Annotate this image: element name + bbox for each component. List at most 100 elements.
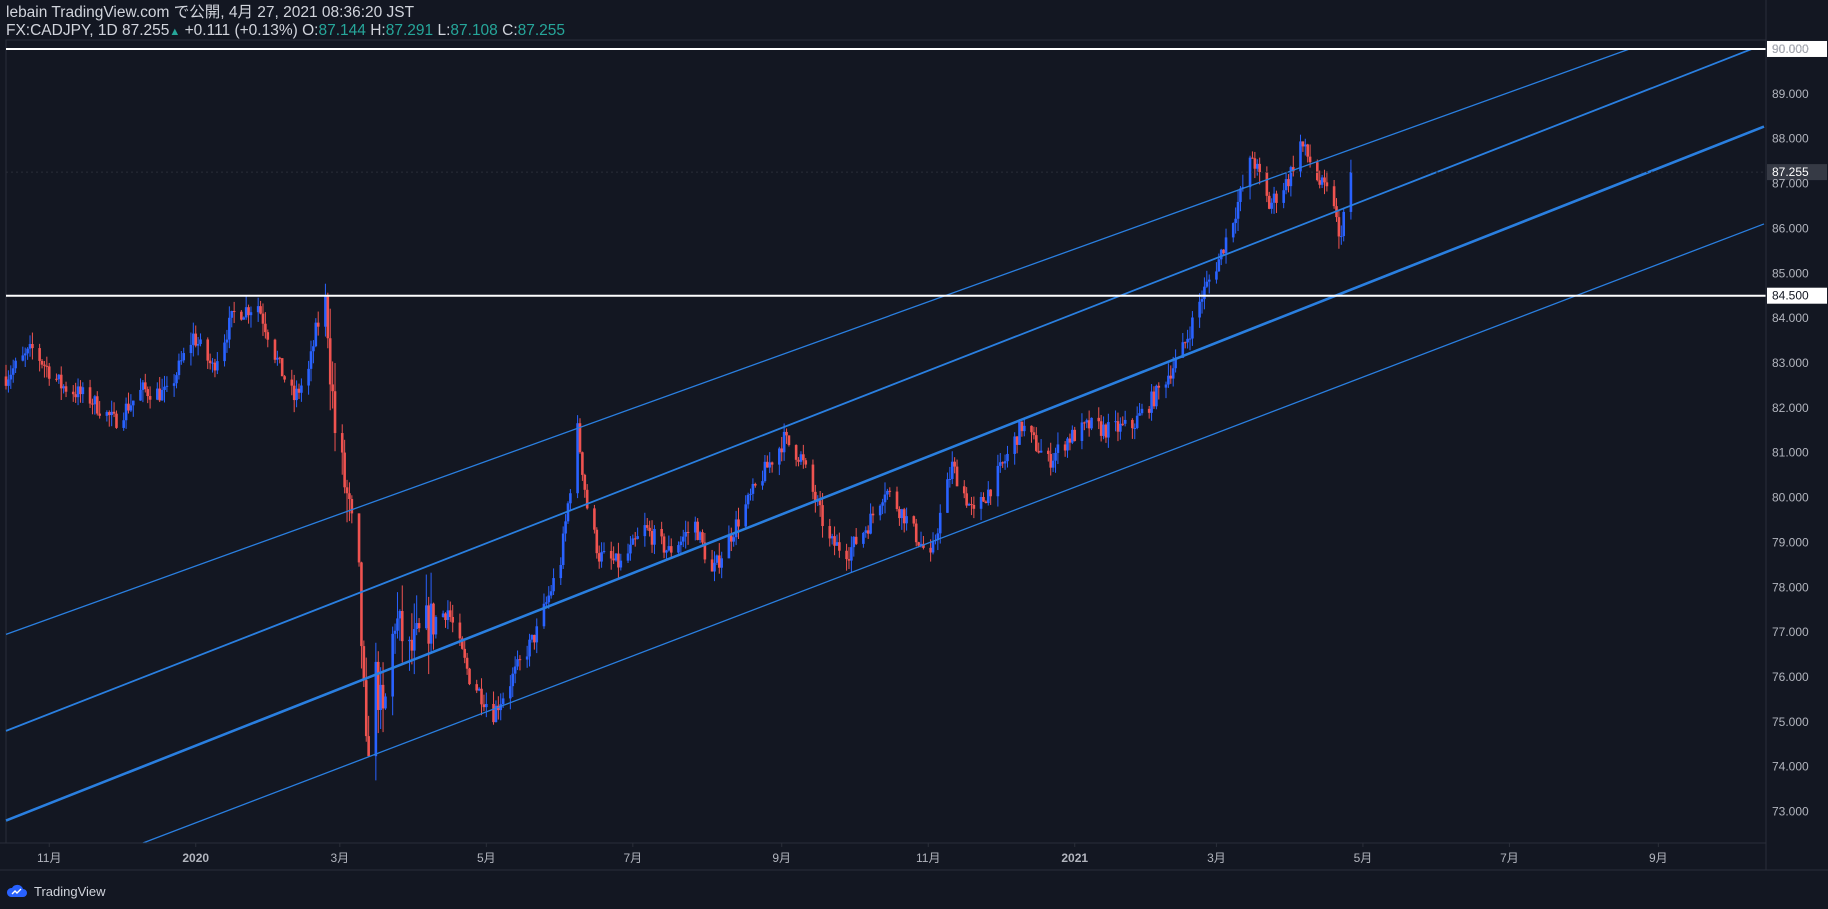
y-tick-label: 88.000	[1772, 132, 1809, 146]
candle-body	[1107, 422, 1110, 438]
candle-body	[631, 538, 635, 545]
candle-body	[93, 396, 97, 405]
candle-body	[950, 461, 954, 479]
candle-body	[427, 605, 430, 644]
level-label: 84.500	[1772, 289, 1809, 303]
candle-body	[633, 538, 637, 540]
candle-body	[1049, 453, 1053, 468]
candle-body	[1083, 422, 1086, 424]
candle-body	[770, 462, 774, 465]
plot-frame	[5, 39, 1767, 844]
y-tick-label: 85.000	[1772, 266, 1809, 280]
candle-body	[1325, 182, 1329, 187]
candle-body	[1099, 421, 1103, 436]
candle-body	[449, 610, 452, 617]
candle-body	[340, 433, 344, 453]
candle-body	[273, 339, 277, 360]
candle-body	[107, 412, 111, 416]
candle-body	[585, 489, 589, 509]
candle-body	[1121, 423, 1125, 425]
candle-body	[862, 532, 865, 544]
candle-body	[1047, 450, 1050, 454]
candle-body	[970, 503, 973, 505]
candle-body	[888, 490, 892, 492]
open-label: O:	[302, 22, 319, 39]
candle-body	[343, 452, 346, 488]
candle-body	[477, 688, 481, 691]
candle-body	[914, 523, 918, 543]
candle-body	[1188, 338, 1192, 340]
channel-lines[interactable]	[5, 48, 1765, 844]
low-label: L:	[437, 22, 451, 39]
candle-body	[199, 339, 202, 344]
candle-body	[381, 684, 385, 709]
candle-body	[1135, 415, 1139, 428]
candle-body	[463, 648, 467, 658]
footer-brand[interactable]: TradingView	[6, 879, 106, 903]
candle-body	[629, 544, 632, 554]
candle-body	[475, 684, 479, 691]
candle-body	[331, 384, 334, 392]
candle-body	[749, 493, 752, 495]
y-tick-label: 81.000	[1772, 446, 1809, 460]
candle-body	[962, 486, 966, 494]
candle-body	[127, 403, 130, 411]
chart-header: lebain TradingView.com で公開, 4月 27, 2021 …	[6, 4, 1746, 41]
candle-body	[1186, 338, 1189, 343]
candle-body	[900, 509, 904, 519]
candle-body	[1203, 286, 1206, 300]
candle-body	[650, 531, 654, 545]
candle-body	[1013, 436, 1016, 454]
candle-body	[172, 383, 176, 386]
x-tick-label: 9月	[772, 851, 791, 865]
horizontal-levels[interactable]: 84.50090.00087.255	[6, 40, 1827, 304]
candle-body	[617, 553, 620, 568]
candle-body	[1318, 180, 1321, 185]
candle-body	[1205, 281, 1209, 287]
candle-body	[1282, 190, 1285, 203]
candle-body	[744, 504, 748, 527]
y-tick-label: 76.000	[1772, 670, 1809, 684]
candle-body	[492, 703, 495, 723]
candle-body	[62, 386, 65, 389]
candle-body	[761, 481, 764, 486]
y-tick-label: 73.000	[1772, 805, 1809, 819]
candle-body	[259, 306, 262, 314]
candle-body	[364, 680, 368, 737]
candle-body	[593, 508, 596, 530]
candle-body	[948, 478, 952, 480]
candle-body	[583, 474, 587, 490]
candle-body	[314, 322, 318, 347]
candle-body	[797, 459, 800, 462]
candle-body	[746, 494, 750, 505]
candle-body	[854, 536, 858, 544]
candle-body	[328, 338, 332, 385]
candle-body	[501, 698, 505, 705]
candle-body	[1164, 384, 1168, 388]
candle-body	[693, 521, 697, 533]
candle-body	[989, 489, 992, 497]
candle-body	[886, 490, 889, 495]
candles	[4, 134, 1353, 781]
candle-body	[424, 605, 428, 629]
candle-body	[1087, 420, 1091, 429]
candle-body	[1171, 368, 1175, 379]
y-tick-label: 77.000	[1772, 625, 1809, 639]
symbol-label: FX:CADJPY, 1D 87.255	[6, 22, 170, 39]
candle-body	[768, 462, 772, 468]
candle-body	[1167, 375, 1170, 385]
candle-body	[98, 413, 101, 416]
candle-body	[729, 535, 733, 542]
candle-body	[715, 555, 719, 563]
candle-body	[1080, 422, 1084, 441]
candle-body	[1131, 419, 1134, 429]
y-tick-label: 86.000	[1772, 221, 1809, 235]
candle-body	[1097, 417, 1101, 422]
candle-body	[619, 560, 623, 568]
candle-body	[156, 388, 159, 400]
candle-body	[182, 353, 186, 361]
candle-body	[1267, 195, 1271, 209]
price-chart[interactable]: 84.500 90.000 87.255 73.000 74.000 75.000 76.…	[0, 0, 1828, 909]
candle-body	[345, 487, 349, 494]
candle-body	[485, 703, 488, 708]
